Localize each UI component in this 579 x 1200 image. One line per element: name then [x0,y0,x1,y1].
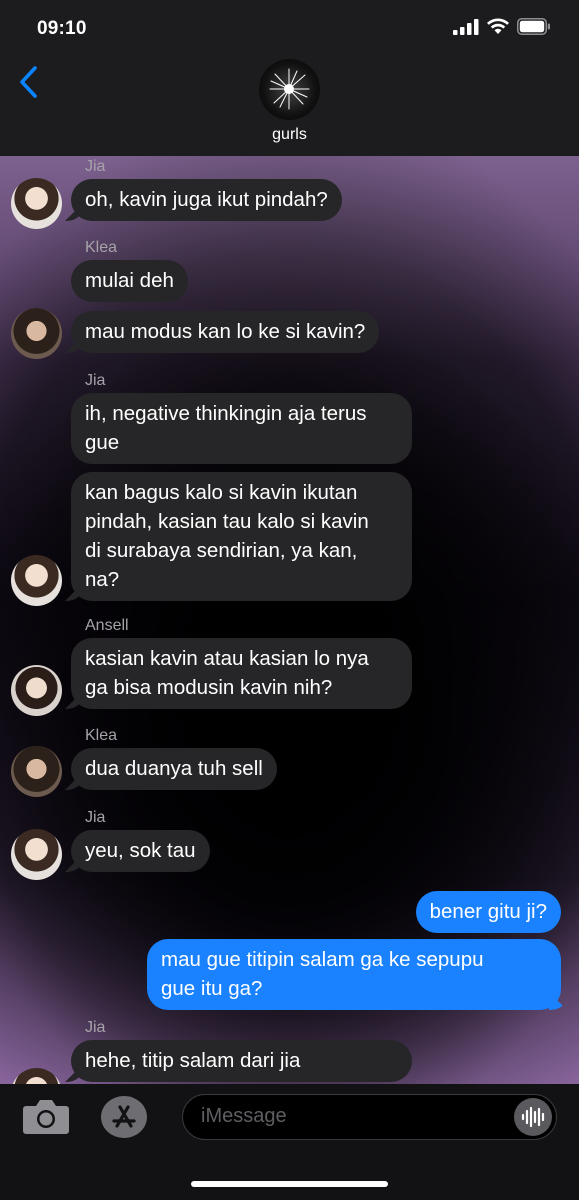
group-name[interactable]: gurls [0,126,579,144]
avatar[interactable] [11,1068,62,1084]
audio-record-button[interactable] [514,1098,552,1136]
sender-name: Jia [85,158,106,175]
waveform-icon [521,1106,545,1128]
conversation-header: 09:10 gurls [0,0,579,156]
message-bubble[interactable]: dua duanya tuh sell [71,748,277,790]
message-bubble[interactable]: yeu, sok tau [71,830,210,872]
back-button[interactable] [8,62,48,102]
outgoing-message-bubble[interactable]: mau gue titipin salam ga ke sepupu gue i… [147,939,561,1010]
message-list[interactable]: Jia oh, kavin juga ikut pindah? Klea mul… [0,156,579,1084]
camera-icon[interactable] [22,1098,70,1134]
avatar[interactable] [11,746,62,797]
sender-name: Ansell [85,617,129,634]
sender-name: Jia [85,809,106,826]
message-bubble[interactable]: ih, negative thinkingin aja terus gue [71,393,412,464]
sender-name: Jia [85,372,106,389]
avatar[interactable] [11,829,62,880]
avatar[interactable] [11,665,62,716]
status-time: 09:10 [37,18,87,39]
battery-icon [517,18,550,35]
sparkler-icon [269,68,310,110]
sender-name: Jia [85,1019,106,1036]
message-bubble[interactable]: mau modus kan lo ke si kavin? [71,311,380,353]
message-input-placeholder: iMessage [201,1105,287,1127]
sender-name: Klea [85,239,118,256]
avatar[interactable] [11,178,62,229]
apps-button[interactable] [101,1096,147,1138]
message-bubble[interactable]: mulai deh [71,260,188,302]
app-store-icon [112,1105,136,1128]
signal-icon [453,18,479,35]
status-icons [453,18,551,35]
message-bubble[interactable]: kasian kavin atau kasian lo nya ga bisa … [71,638,412,709]
wifi-icon [487,18,509,34]
avatar[interactable] [11,308,62,359]
chevron-left-icon [20,66,37,98]
group-avatar[interactable] [259,59,320,120]
message-bubble[interactable]: hehe, titip salam dari jia [71,1040,412,1082]
avatar[interactable] [11,555,62,606]
home-indicator[interactable] [191,1181,388,1187]
sender-name: Klea [85,727,118,744]
message-bubble[interactable]: oh, kavin juga ikut pindah? [71,179,342,221]
message-bubble[interactable]: kan bagus kalo si kavin ikutan pindah, k… [71,472,412,601]
outgoing-message-bubble[interactable]: bener gitu ji? [415,891,561,933]
message-input[interactable]: iMessage [182,1094,557,1140]
